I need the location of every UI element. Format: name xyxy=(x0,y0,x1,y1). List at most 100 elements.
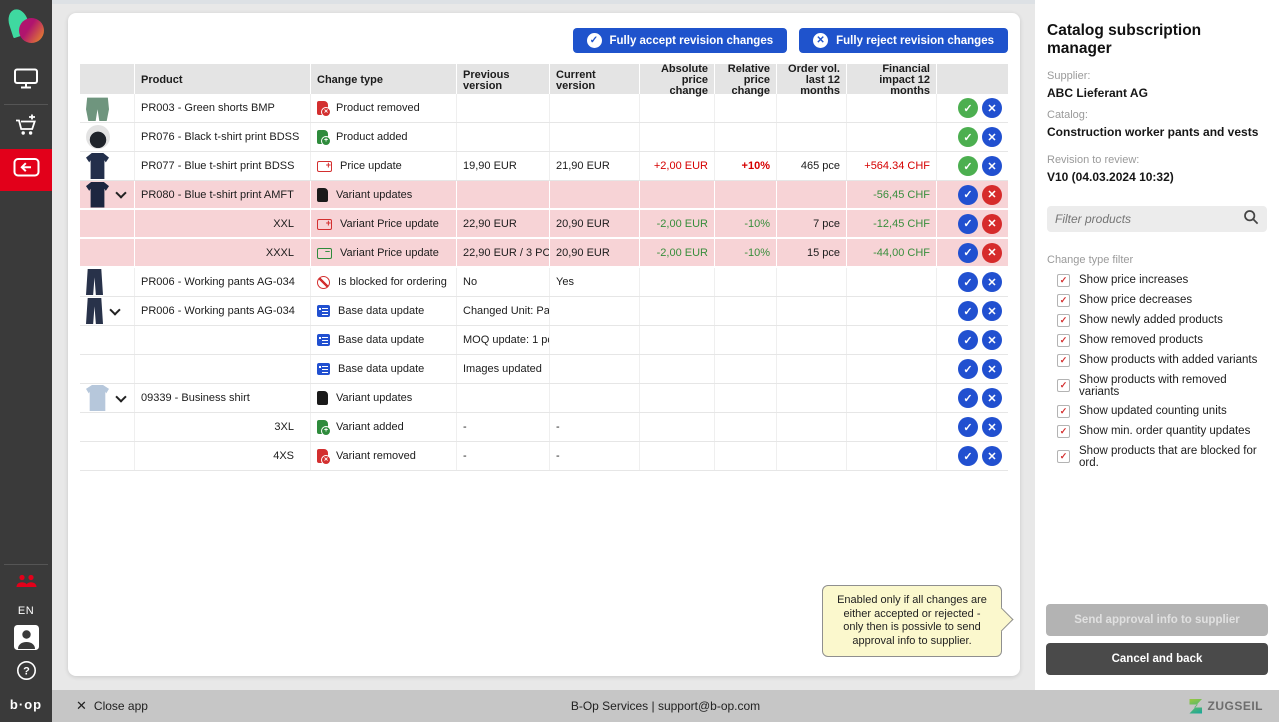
change-type-filter-item[interactable]: Show removed products xyxy=(1047,330,1267,350)
absolute-price-change xyxy=(640,442,715,470)
accept-change-button[interactable]: ✓ xyxy=(958,98,978,118)
expand-chevron-icon[interactable] xyxy=(115,391,126,402)
order-volume xyxy=(777,442,847,470)
change-type-filter-item[interactable]: Show products that are blocked for ord. xyxy=(1047,441,1267,472)
cancel-and-back-button[interactable]: Cancel and back xyxy=(1046,643,1268,675)
change-type-label: Variant Price update xyxy=(340,218,439,230)
financial-impact: -44,00 CHF xyxy=(847,239,937,266)
reject-change-button[interactable]: ✕ xyxy=(982,301,1002,321)
checkbox-icon[interactable] xyxy=(1057,354,1070,367)
reject-change-button[interactable]: ✕ xyxy=(982,417,1002,437)
search-icon[interactable] xyxy=(1243,209,1259,230)
accept-change-button[interactable]: ✓ xyxy=(958,359,978,379)
checkbox-label: Show products with removed variants xyxy=(1079,374,1267,398)
fully-accept-button[interactable]: ✓ Fully accept revision changes xyxy=(573,28,788,53)
close-app-label: Close app xyxy=(94,699,148,713)
change-type-icon xyxy=(317,420,328,434)
accept-change-button[interactable]: ✓ xyxy=(958,301,978,321)
product-name: PR006 - Working pants AG-034 xyxy=(135,268,311,296)
accept-change-button[interactable]: ✓ xyxy=(958,127,978,147)
sidebar-item-help[interactable]: ? xyxy=(0,657,52,689)
reject-change-button[interactable]: ✕ xyxy=(982,330,1002,350)
order-volume: 7 pce xyxy=(777,210,847,237)
sidebar-item-cart[interactable] xyxy=(0,107,52,149)
sidebar-item-monitor[interactable] xyxy=(0,60,52,102)
financial-impact xyxy=(847,94,937,122)
order-volume xyxy=(777,268,847,296)
change-type-filter-item[interactable]: Show products with added variants xyxy=(1047,350,1267,370)
previous-version: - xyxy=(457,413,550,441)
checkbox-icon[interactable] xyxy=(1057,294,1070,307)
relative-price-change xyxy=(715,297,777,325)
check-circle-icon: ✓ xyxy=(587,33,602,48)
reject-change-button[interactable]: ✕ xyxy=(982,156,1002,176)
previous-version: No xyxy=(457,268,550,296)
checkbox-icon[interactable] xyxy=(1057,425,1070,438)
financial-impact: -56,45 CHF xyxy=(847,181,937,208)
accept-change-button[interactable]: ✓ xyxy=(958,388,978,408)
table-row: PR080 - Blue t-shirt print AMFT Variant … xyxy=(80,181,1008,210)
absolute-price-change xyxy=(640,181,715,208)
checkbox-icon[interactable] xyxy=(1057,450,1070,463)
accept-change-button[interactable]: ✓ xyxy=(958,243,978,263)
previous-version: 19,90 EUR xyxy=(457,152,550,180)
order-volume xyxy=(777,384,847,412)
checkbox-icon[interactable] xyxy=(1057,379,1070,392)
reject-change-button[interactable]: ✕ xyxy=(982,272,1002,292)
reject-change-button[interactable]: ✕ xyxy=(982,98,1002,118)
change-type-filter-item[interactable]: Show updated counting units xyxy=(1047,401,1267,421)
close-icon: ✕ xyxy=(76,698,87,714)
previous-version xyxy=(457,181,550,208)
footer-support-text: B-Op Services | support@b-op.com xyxy=(52,699,1279,713)
accept-change-button[interactable]: ✓ xyxy=(958,272,978,292)
change-type-filter-item[interactable]: Show newly added products xyxy=(1047,310,1267,330)
sidebar-item-partners[interactable] xyxy=(0,567,52,599)
zugseil-brand-label: ZUGSEIL xyxy=(1207,699,1263,713)
close-app-button[interactable]: ✕ Close app xyxy=(76,698,148,714)
absolute-price-change: -2,00 EUR xyxy=(640,210,715,237)
checkbox-icon[interactable] xyxy=(1057,274,1070,287)
language-label[interactable]: EN xyxy=(18,605,34,617)
checkbox-icon[interactable] xyxy=(1057,405,1070,418)
expand-chevron-icon[interactable] xyxy=(109,304,120,315)
relative-price-change xyxy=(715,384,777,412)
change-type-filter-item[interactable]: Show price decreases xyxy=(1047,290,1267,310)
send-approval-button[interactable]: Send approval info to supplier xyxy=(1046,604,1268,636)
filter-products-input[interactable] xyxy=(1055,212,1243,226)
x-circle-icon: ✕ xyxy=(813,33,828,48)
accept-change-button[interactable]: ✓ xyxy=(958,156,978,176)
sidebar-item-profile[interactable] xyxy=(0,623,52,657)
fully-reject-button[interactable]: ✕ Fully reject revision changes xyxy=(799,28,1008,53)
accept-change-button[interactable]: ✓ xyxy=(958,214,978,234)
reject-change-button[interactable]: ✕ xyxy=(982,214,1002,234)
accept-change-button[interactable]: ✓ xyxy=(958,446,978,466)
financial-impact xyxy=(847,355,937,383)
change-type-label: Variant removed xyxy=(336,450,416,462)
reject-change-button[interactable]: ✕ xyxy=(982,243,1002,263)
header-relative-price-change: Relative price change xyxy=(715,64,777,97)
product-name: XXXL xyxy=(135,239,311,266)
checkbox-icon[interactable] xyxy=(1057,334,1070,347)
relative-price-change xyxy=(715,181,777,208)
revision-table: Product Change type Previous version Cur… xyxy=(80,64,1008,471)
change-type-filter-item[interactable]: Show price increases xyxy=(1047,270,1267,290)
reject-change-button[interactable]: ✕ xyxy=(982,388,1002,408)
product-name: 09339 - Business shirt xyxy=(135,384,311,412)
reject-change-button[interactable]: ✕ xyxy=(982,359,1002,379)
checkbox-icon[interactable] xyxy=(1057,314,1070,327)
change-type-label: Base data update xyxy=(338,334,424,346)
accept-change-button[interactable]: ✓ xyxy=(958,417,978,437)
change-type-label: Product added xyxy=(336,131,408,143)
current-version xyxy=(550,94,640,122)
expand-chevron-icon[interactable] xyxy=(115,187,126,198)
reject-change-button[interactable]: ✕ xyxy=(982,446,1002,466)
sidebar-item-catalog-revisions[interactable] xyxy=(0,149,52,191)
accept-change-button[interactable]: ✓ xyxy=(958,185,978,205)
change-type-filter-item[interactable]: Show products with removed variants xyxy=(1047,370,1267,401)
current-version xyxy=(550,297,640,325)
accept-change-button[interactable]: ✓ xyxy=(958,330,978,350)
change-type-filter-item[interactable]: Show min. order quantity updates xyxy=(1047,421,1267,441)
reject-change-button[interactable]: ✕ xyxy=(982,185,1002,205)
reject-change-button[interactable]: ✕ xyxy=(982,127,1002,147)
header-previous-version: Previous version xyxy=(457,64,550,97)
